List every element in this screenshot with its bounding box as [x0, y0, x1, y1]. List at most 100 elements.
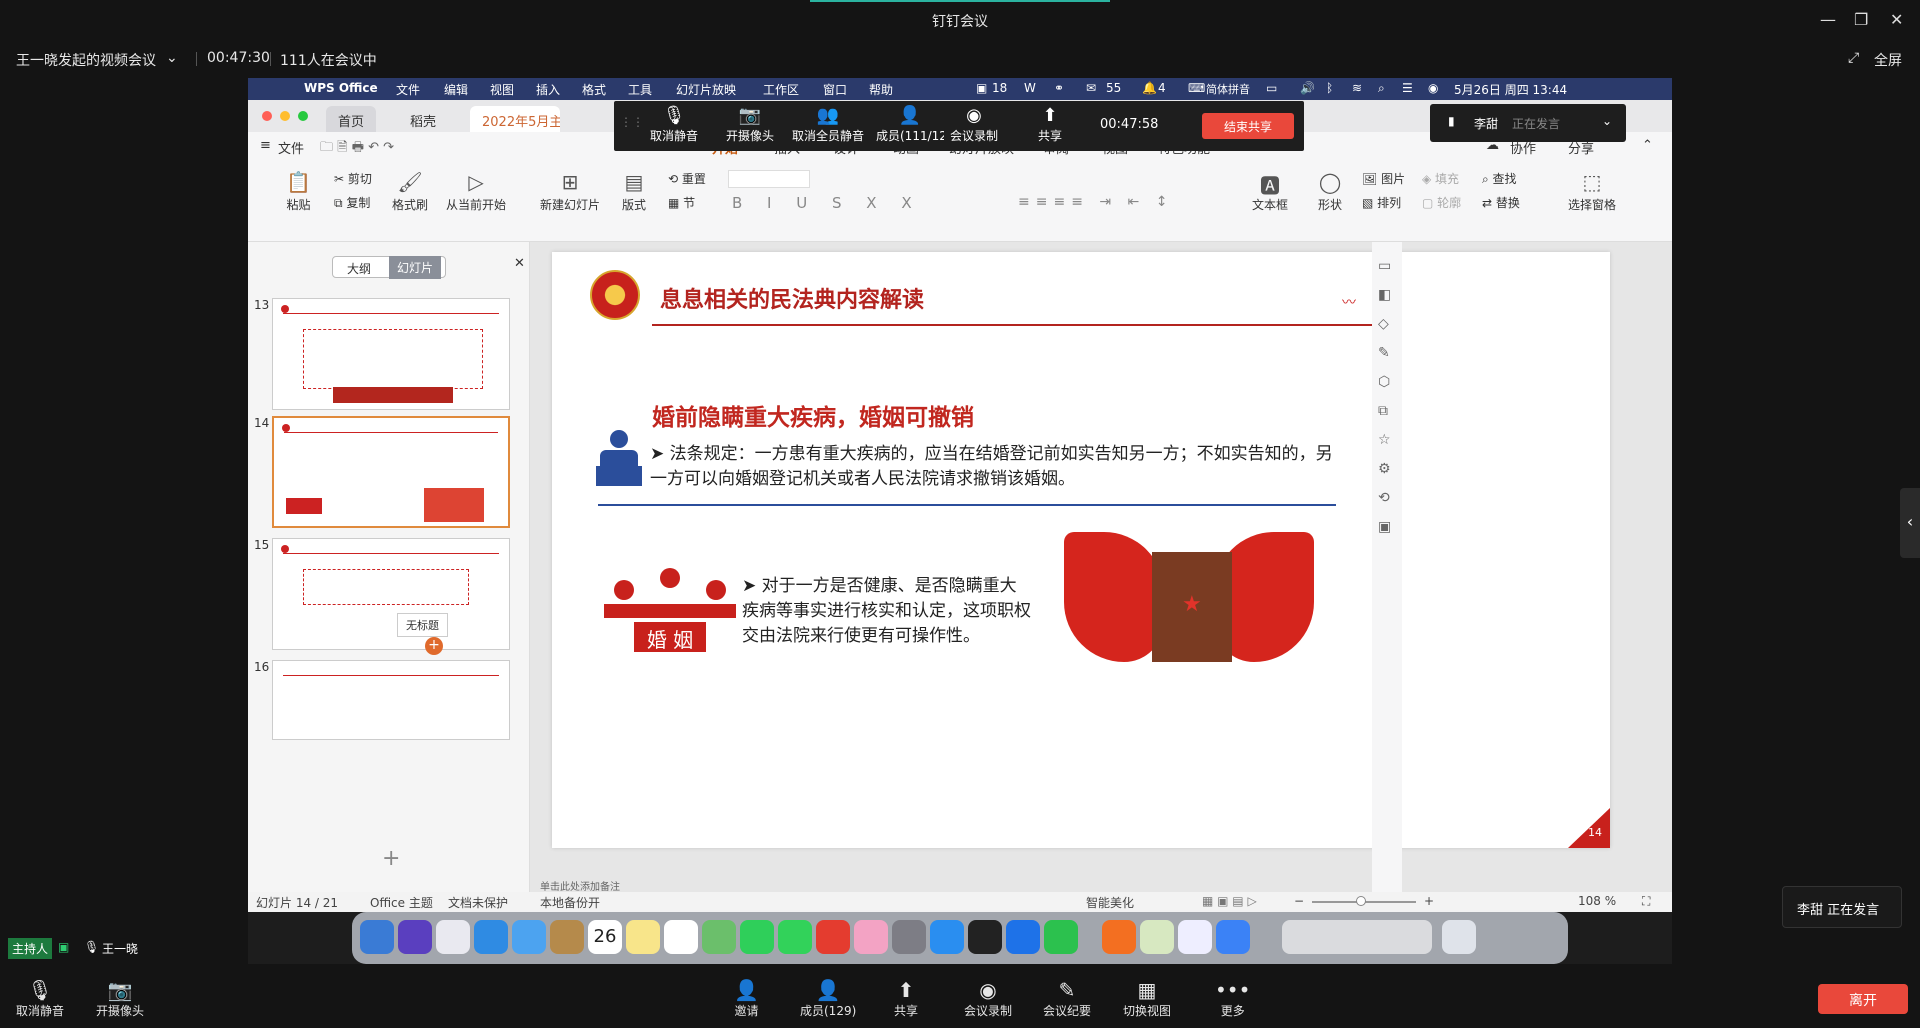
launchpad-icon[interactable] — [436, 920, 470, 954]
settings-icon[interactable] — [892, 920, 926, 954]
find-button[interactable]: ⌕ 查找 — [1482, 170, 1517, 187]
tab-document[interactable]: 2022年5月主题党日 — [470, 106, 560, 132]
finder-icon[interactable] — [360, 920, 394, 954]
paragraph-buttons[interactable]: ≡≡≡≡ ⇥ ⇤ ↕ — [1018, 194, 1173, 210]
zoom-in-icon[interactable]: + — [1424, 894, 1434, 908]
mac-menu-view[interactable]: 视图 — [490, 81, 514, 98]
fill-button[interactable]: ◈ 填充 — [1422, 170, 1459, 187]
tab-slides[interactable]: 幻灯片 — [389, 256, 442, 279]
invite-button[interactable]: 👤 邀请 — [734, 978, 759, 1019]
bottom-members-button[interactable]: 👤 成员(129) — [800, 978, 856, 1019]
bell-icon[interactable]: 🔔 — [1142, 81, 1157, 95]
mac-menu-help[interactable]: 帮助 — [869, 81, 893, 98]
mac-app-name[interactable]: WPS Office — [304, 81, 378, 95]
mac-menu-edit[interactable]: 编辑 — [444, 81, 468, 98]
end-share-button[interactable]: 结束共享 — [1202, 113, 1294, 139]
firefox-icon[interactable] — [1102, 920, 1136, 954]
mail-icon[interactable] — [512, 920, 546, 954]
bottom-camera-button[interactable]: 📷 开摄像头 — [96, 978, 144, 1019]
appstore-icon[interactable] — [930, 920, 964, 954]
section-button[interactable]: ▦ 节 — [668, 194, 695, 211]
slide[interactable]: 息息相关的民法典内容解读 〰 婚前隐瞒重大疾病，婚姻可撤销 ➤ 法条规定：一方患… — [552, 252, 1610, 848]
wechat-icon[interactable] — [1044, 920, 1078, 954]
share-toggle-button[interactable]: ⬆ 共享 — [1038, 105, 1062, 144]
mute-all-button[interactable]: 👥 取消全员静音 — [792, 105, 864, 144]
calendar-icon[interactable]: 26 — [588, 920, 622, 954]
control-center-icon[interactable]: ☰ — [1402, 81, 1413, 95]
paste-button[interactable]: 📋 粘贴 — [286, 170, 311, 213]
meeting-dock-icon[interactable] — [1216, 920, 1250, 954]
layout-button[interactable]: ▤ 版式 — [622, 170, 646, 213]
wifi-icon[interactable]: ≋ — [1352, 81, 1362, 95]
messages-icon[interactable] — [778, 920, 812, 954]
traffic-close-icon[interactable] — [262, 111, 272, 121]
slide-thumbnail-16[interactable] — [272, 660, 510, 740]
quick-tools-icons[interactable]: 🗀 🗎 🖶 ↶ ↷ — [320, 138, 394, 160]
traffic-minimize-icon[interactable] — [280, 111, 290, 121]
mac-menu-slideshow[interactable]: 幻灯片放映 — [676, 81, 736, 98]
wechat-status-icon[interactable]: ✉ — [1086, 81, 1096, 95]
notes-placeholder[interactable]: 单击此处添加备注 — [540, 878, 620, 893]
format-painter-button[interactable]: 🖌 格式刷 — [392, 170, 428, 213]
trash-icon[interactable] — [1442, 920, 1476, 954]
facetime-icon[interactable] — [740, 920, 774, 954]
protect-status[interactable]: 文档未保护 — [448, 894, 508, 911]
chevron-down-icon[interactable]: ⌄ — [166, 50, 178, 66]
mac-menu-insert[interactable]: 插入 — [536, 81, 560, 98]
slide-thumbnail-13[interactable] — [272, 298, 510, 410]
tab-docer[interactable]: 稻壳 — [398, 106, 448, 132]
mac-menu-tools[interactable]: 工具 — [628, 81, 652, 98]
more-button[interactable]: ••• 更多 — [1215, 978, 1250, 1019]
dingtalk-status-icon[interactable]: ⚭ — [1054, 81, 1064, 95]
new-slide-button[interactable]: ⊞ 新建幻灯片 — [540, 170, 600, 213]
fullscreen-icon[interactable]: ⤢ — [1848, 50, 1859, 66]
zoom-out-icon[interactable]: − — [1294, 894, 1304, 908]
close-panel-icon[interactable]: ✕ — [514, 256, 525, 271]
beautify-button[interactable]: 智能美化 — [1086, 894, 1134, 911]
dingtalk-dock-icon[interactable] — [1178, 920, 1212, 954]
battery-icon[interactable]: ▭ — [1266, 81, 1277, 95]
zoom-slider-handle[interactable] — [1356, 896, 1366, 906]
wps-status-icon[interactable]: W — [1024, 81, 1036, 95]
reset-button[interactable]: ⟲ 重置 — [668, 170, 706, 187]
shape-button[interactable]: ◯ 形状 — [1318, 170, 1342, 213]
replace-button[interactable]: ⇄ 替换 — [1482, 194, 1520, 211]
tab-home[interactable]: 首页 — [326, 106, 377, 132]
volume-icon[interactable]: 🔊 — [1300, 81, 1315, 95]
view-mode-icons[interactable]: ▦ ▣ ▤ ▷ — [1202, 894, 1257, 908]
new-slide-plus-icon[interactable]: + — [382, 846, 400, 871]
status-app-icon[interactable]: ▣ — [976, 81, 987, 95]
mac-menu-window[interactable]: 窗口 — [823, 81, 847, 98]
qq-icon[interactable] — [968, 920, 1002, 954]
fullscreen-label[interactable]: 全屏 — [1874, 50, 1902, 70]
recent-windows[interactable] — [1282, 920, 1432, 954]
outline-button[interactable]: ▢ 轮廓 — [1422, 194, 1461, 211]
unmute-button[interactable]: 🎙 取消静音 — [650, 105, 698, 144]
close-icon[interactable]: ✕ — [1890, 10, 1903, 29]
font-name-select[interactable] — [728, 170, 810, 188]
camera-button[interactable]: 📷 开摄像头 — [726, 105, 774, 144]
minimize-icon[interactable]: — — [1820, 10, 1836, 29]
expand-side-panel-icon[interactable]: ‹ — [1900, 488, 1920, 558]
mac-menu-format[interactable]: 格式 — [582, 81, 606, 98]
keyboard-icon[interactable]: ⌨ — [1188, 81, 1205, 95]
notes-icon[interactable] — [626, 920, 660, 954]
play-from-current-button[interactable]: ▷ 从当前开始 — [446, 170, 506, 213]
bottom-record-button[interactable]: ◉ 会议录制 — [964, 978, 1012, 1019]
maps-icon[interactable] — [702, 920, 736, 954]
bottom-unmute-button[interactable]: 🎙 取消静音 — [16, 978, 64, 1019]
backup-status[interactable]: 本地备份开 — [540, 894, 600, 911]
mac-menu-workspace[interactable]: 工作区 — [763, 81, 799, 98]
hamburger-icon[interactable]: ≡ — [260, 138, 271, 153]
feishu-icon[interactable] — [1006, 920, 1040, 954]
restore-icon[interactable]: ❐ — [1854, 10, 1868, 29]
photos-icon[interactable] — [854, 920, 888, 954]
tab-outline[interactable]: 大纲 — [347, 260, 371, 277]
bluetooth-icon[interactable]: ᛒ — [1326, 81, 1333, 95]
reminders-icon[interactable] — [664, 920, 698, 954]
gift-app-icon[interactable] — [1140, 920, 1174, 954]
picture-button[interactable]: 🖼 图片 — [1362, 170, 1405, 187]
leave-button[interactable]: 离开 — [1818, 984, 1908, 1014]
siri-dock-icon[interactable] — [398, 920, 432, 954]
safari-icon[interactable] — [474, 920, 508, 954]
